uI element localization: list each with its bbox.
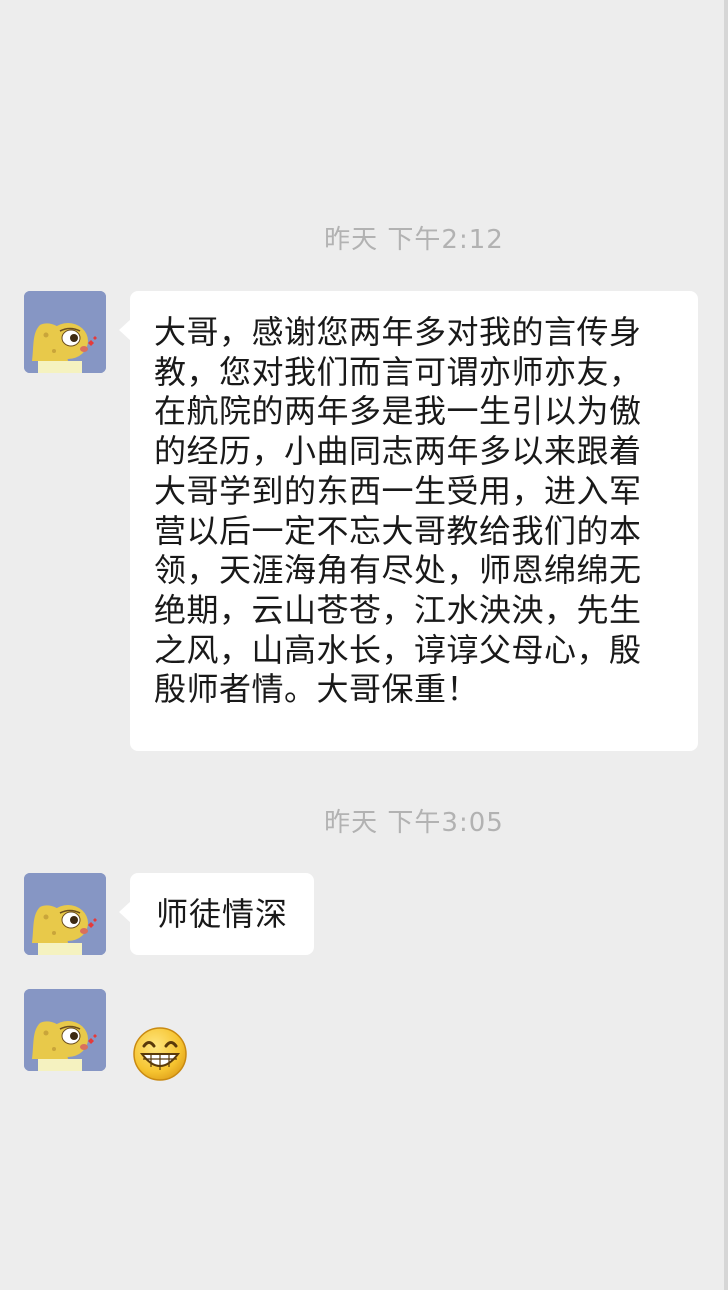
message-text-line: 领，天涯海角有尽处，师恩绵绵无 (154, 551, 642, 590)
message-bubble[interactable]: 师徒情深 (118, 873, 315, 955)
right-edge-divider (724, 0, 728, 1290)
message-text-line: 之风，山高水长，谆谆父母心，殷 (154, 630, 642, 669)
message-text-line: 的经历，小曲同志两年多以来跟着 (154, 432, 642, 471)
message-text-line: 大哥学到的东西一生受用，进入军 (154, 471, 642, 510)
message-text-line: 教，您对我们而言可谓亦师亦友， (154, 352, 642, 391)
grinning-face-emoji-icon[interactable] (132, 1026, 188, 1082)
cartoon-sponge-avatar-icon (24, 989, 106, 1071)
contact-avatar[interactable] (24, 291, 106, 373)
message-timestamp: 昨天 下午3:05 (324, 808, 504, 838)
message-text: 师徒情深 (156, 895, 289, 933)
message-text-line: 殷师者情。大哥保重！ (154, 670, 480, 709)
message-text-line: 在航院的两年多是我一生引以为傲 (154, 392, 642, 431)
contact-avatar[interactable] (24, 873, 106, 955)
cartoon-sponge-avatar-icon (24, 291, 106, 373)
contact-avatar[interactable] (24, 989, 106, 1071)
message-timestamp: 昨天 下午2:12 (324, 225, 504, 255)
message-text-line: 绝期，云山苍苍，江水泱泱，先生 (154, 590, 642, 629)
cartoon-sponge-avatar-icon (24, 873, 106, 955)
message-text-line: 营以后一定不忘大哥教给我们的本 (154, 511, 642, 550)
message-bubble[interactable]: 大哥，感谢您两年多对我的言传身 教，您对我们而言可谓亦师亦友， 在航院的两年多是… (119, 291, 698, 751)
message-text-line: 大哥，感谢您两年多对我的言传身 (154, 313, 642, 351)
